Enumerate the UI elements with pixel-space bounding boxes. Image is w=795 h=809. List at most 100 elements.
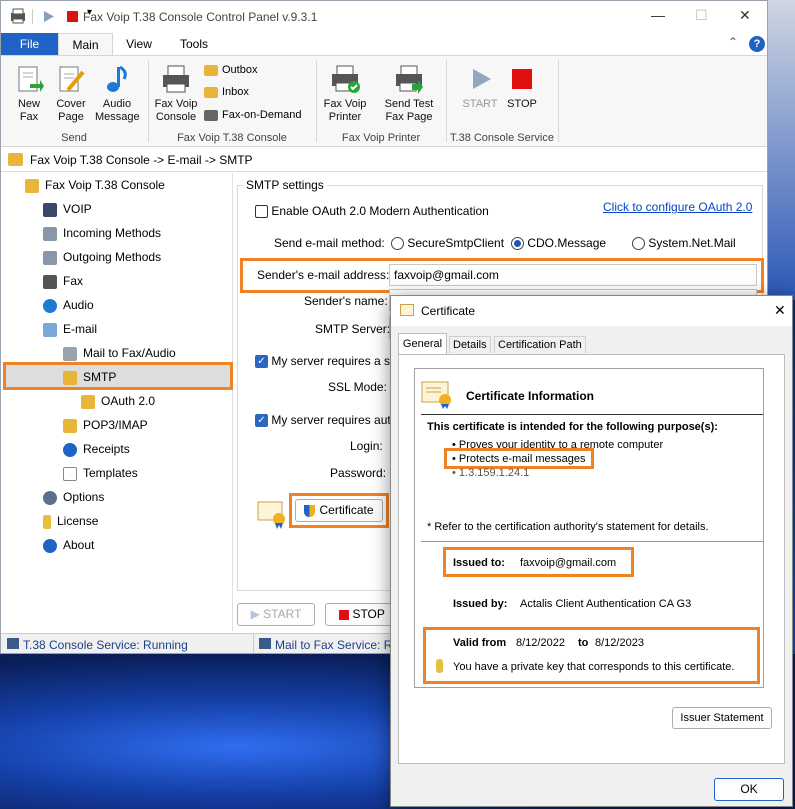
tree-item-license[interactable]: License <box>43 509 98 533</box>
tab-file[interactable]: File <box>1 33 58 55</box>
cert-tab-general[interactable]: General <box>398 333 447 355</box>
radio-label: CDO.Message <box>527 236 607 250</box>
sender-address-label: Sender's e-mail address: <box>257 268 390 282</box>
inbox-button[interactable]: Inbox <box>204 86 249 98</box>
certificate-dialog: Certificate ✕ General Details Certificat… <box>390 295 793 807</box>
key-icon <box>43 514 51 529</box>
valid-to-label: to <box>578 637 589 649</box>
tree-item-about[interactable]: About <box>43 533 94 557</box>
stop-icon <box>512 69 532 89</box>
issuer-statement-button[interactable]: Issuer Statement <box>672 707 772 729</box>
app-printer-icon <box>11 8 25 24</box>
cover-page-button[interactable]: Cover Page <box>51 64 91 124</box>
start-button[interactable]: ▶ START <box>237 603 315 626</box>
maximize-icon[interactable]: ☐ <box>695 7 708 24</box>
tree-label: E-mail <box>63 322 98 336</box>
oauth-checkbox[interactable]: Enable OAuth 2.0 Modern Authentication <box>255 204 489 219</box>
certificate-title: Certificate <box>421 304 476 318</box>
minimize-icon[interactable]: — <box>651 7 665 23</box>
certificate-large-icon <box>421 381 451 409</box>
group-service-label: T.38 Console Service <box>450 132 554 144</box>
stop-label: STOP <box>352 607 385 621</box>
tree-item-oauth[interactable]: OAuth 2.0 <box>81 389 155 413</box>
service-stop-button[interactable]: STOP <box>501 64 543 111</box>
service-start-button[interactable]: START <box>459 64 501 111</box>
tree-item-fax[interactable]: Fax <box>43 269 83 293</box>
checkbox-checked-icon: ✓ <box>255 414 268 428</box>
window-title: Fax Voip T.38 Console Control Panel v.9.… <box>83 10 318 24</box>
valid-from-value: 8/12/2022 <box>516 637 565 649</box>
configure-oauth-link[interactable]: Click to configure OAuth 2.0 <box>603 200 752 214</box>
ribbon-tabs: File Main View Tools ⌃ ? <box>1 33 767 55</box>
new-fax-button[interactable]: New Fax <box>7 64 51 124</box>
radio-system-net-mail[interactable]: System.Net.Mail <box>632 236 736 251</box>
close-icon[interactable]: ✕ <box>774 302 786 319</box>
checkbox-icon <box>255 205 268 219</box>
cert-tab-path[interactable]: Certification Path <box>494 336 586 353</box>
printer-arrow-icon <box>396 65 423 94</box>
outbox-folder-icon <box>204 64 218 76</box>
tree-item-incoming[interactable]: Incoming Methods <box>43 221 161 245</box>
tree-item-templates[interactable]: Templates <box>63 461 138 485</box>
quick-stop-icon[interactable] <box>67 11 78 22</box>
service-status-icon <box>7 638 19 649</box>
music-note-icon <box>107 65 127 92</box>
send-method-label: Send e-mail method: <box>274 236 385 250</box>
tree-item-root[interactable]: Fax Voip T.38 Console <box>25 173 165 197</box>
radio-label: System.Net.Mail <box>648 236 736 250</box>
audio-message-button[interactable]: Audio Message <box>95 64 140 124</box>
send-test-fax-label: Send Test Fax Page <box>384 98 434 123</box>
tree-item-voip[interactable]: VOIP <box>43 197 92 221</box>
radio-cdo-message[interactable]: CDO.Message <box>511 236 607 251</box>
ok-button[interactable]: OK <box>714 778 784 801</box>
valid-from-label: Valid from <box>453 637 507 649</box>
tab-view[interactable]: View <box>113 33 165 55</box>
tree-item-outgoing[interactable]: Outgoing Methods <box>43 245 161 269</box>
outbox-button[interactable]: Outbox <box>204 64 257 76</box>
issued-to-label: Issued to: <box>453 557 505 569</box>
cert-refer-note: * Refer to the certification authority's… <box>427 521 709 533</box>
cert-purpose-heading: This certificate is intended for the fol… <box>427 421 718 433</box>
tree-item-smtp[interactable]: SMTP <box>63 365 116 389</box>
ssl-mode-label: SSL Mode: <box>328 380 387 394</box>
radio-icon <box>632 237 645 251</box>
fax-on-demand-button[interactable]: Fax-on-Demand <box>204 109 301 121</box>
ribbon: New Fax Cover Page Audio Message Send Fa… <box>1 55 767 147</box>
printer-check-icon <box>332 65 360 93</box>
voip-icon <box>43 202 57 217</box>
tree-item-audio[interactable]: Audio <box>43 293 94 317</box>
certificate-info-box: Certificate Information This certificate… <box>414 368 764 688</box>
private-key-icon <box>436 659 443 673</box>
secure-connection-checkbox[interactable]: ✓ My server requires a se <box>255 354 397 369</box>
tree-item-email[interactable]: E-mail <box>43 317 97 341</box>
tree-label: VOIP <box>63 202 92 216</box>
auth-checkbox[interactable]: ✓ My server requires auth <box>255 413 397 428</box>
mail-service-status: Mail to Fax Service: Ru <box>275 638 400 652</box>
stop-button[interactable]: STOP <box>325 603 399 626</box>
help-icon[interactable]: ? <box>749 36 765 52</box>
cert-tab-details[interactable]: Details <box>449 336 491 353</box>
start-label: START <box>263 607 302 621</box>
close-icon[interactable]: ✕ <box>739 7 751 24</box>
fax-voip-printer-button[interactable]: Fax Voip Printer <box>321 64 369 124</box>
send-test-fax-button[interactable]: Send Test Fax Page <box>381 64 437 124</box>
radio-secure-smtp[interactable]: SecureSmtpClient <box>391 236 504 251</box>
tree-item-options[interactable]: Options <box>43 485 104 509</box>
tab-main[interactable]: Main <box>58 33 113 55</box>
cover-page-label: Cover Page <box>56 98 86 123</box>
ribbon-collapse-icon[interactable]: ⌃ <box>728 35 738 49</box>
tree-item-receipts[interactable]: Receipts <box>63 437 130 461</box>
certificate-button[interactable]: Certificate <box>295 499 383 522</box>
sender-address-input[interactable] <box>389 264 757 286</box>
radio-icon <box>391 237 404 251</box>
inbox-folder-icon <box>204 86 218 98</box>
tab-tools[interactable]: Tools <box>165 33 223 55</box>
quick-start-icon[interactable] <box>43 10 55 23</box>
incoming-methods-icon <box>43 226 57 241</box>
fax-icon <box>43 274 57 289</box>
login-label: Login: <box>350 439 383 453</box>
checkbox-label: My server requires a se <box>271 354 397 368</box>
breadcrumb-folder-icon <box>8 153 23 166</box>
fax-voip-console-button[interactable]: Fax Voip Console <box>153 64 199 124</box>
tree-item-pop3[interactable]: POP3/IMAP <box>63 413 148 437</box>
